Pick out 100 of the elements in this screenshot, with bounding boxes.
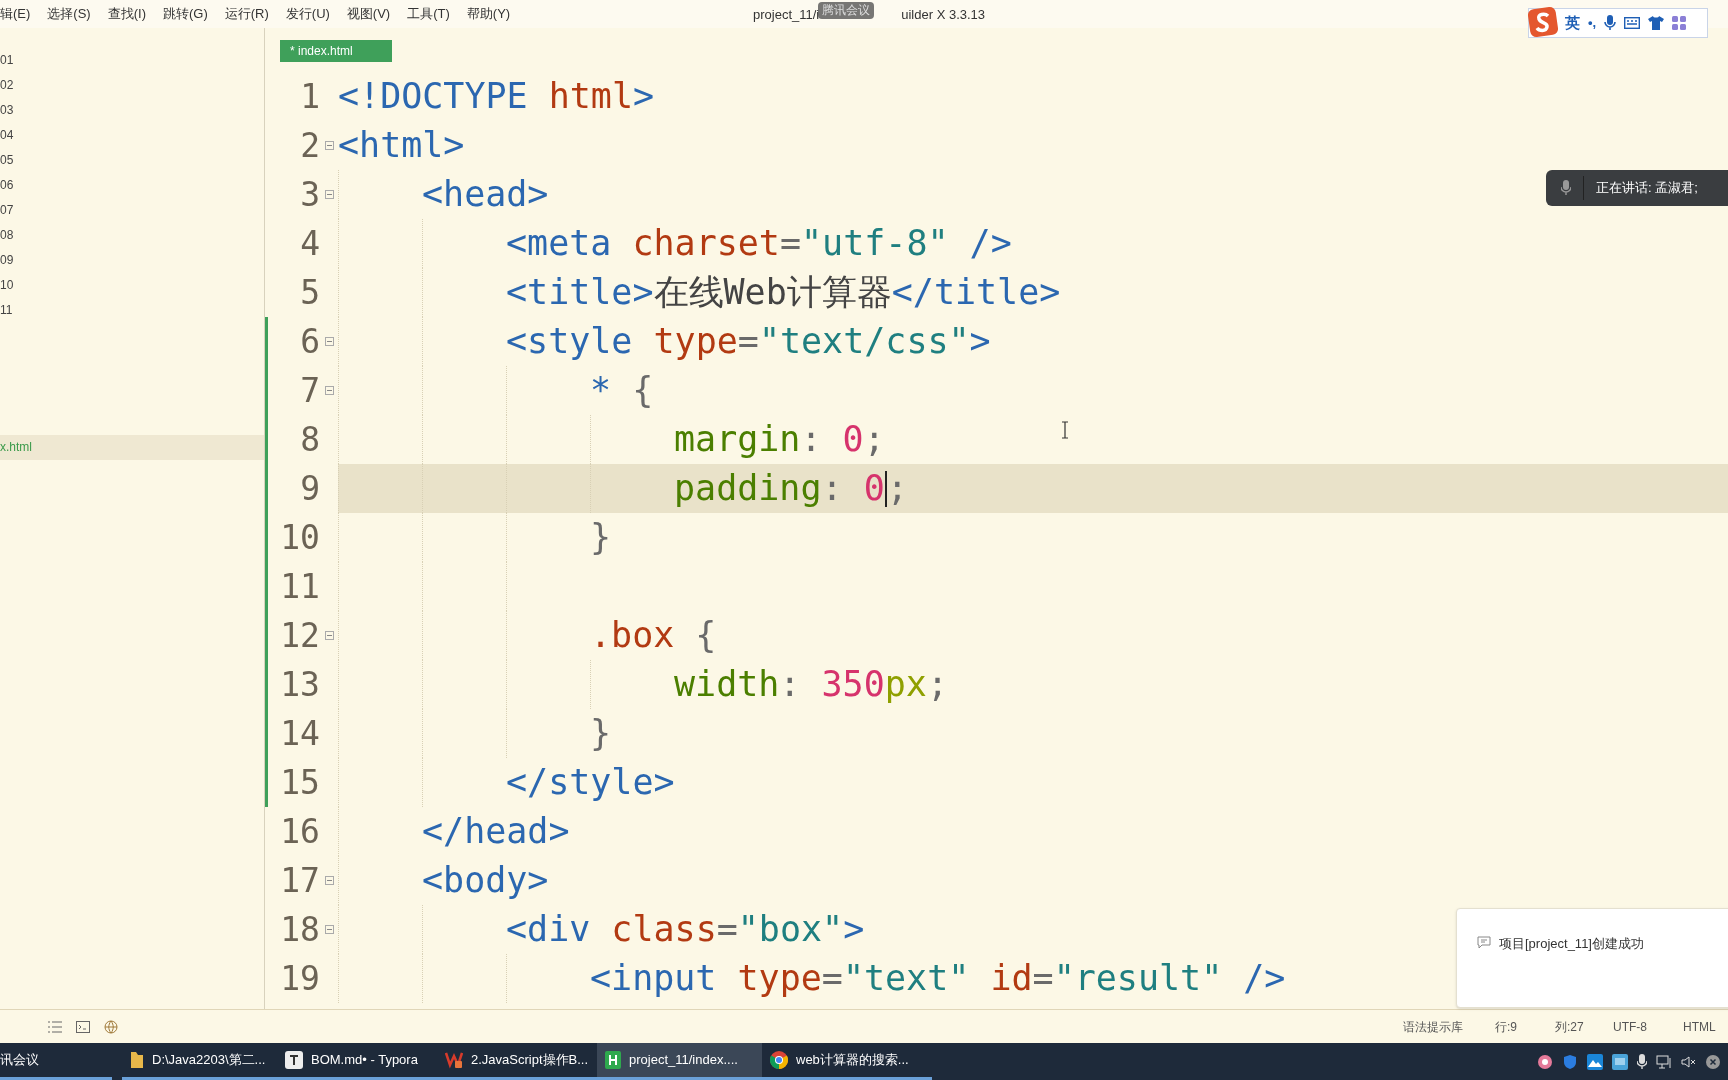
menu-item[interactable]: 帮助(Y) <box>466 4 511 24</box>
meeting-overlay: 腾讯会议 <box>818 2 874 19</box>
code-line: width: 350px; <box>674 663 948 707</box>
code-line: margin: 0; <box>674 418 885 462</box>
muted-speaker-icon[interactable] <box>1681 1053 1697 1070</box>
code-line: padding: 0; <box>674 467 908 511</box>
code-line: <head> <box>422 173 549 217</box>
speaking-label: 正在讲话: 孟淑君; <box>1596 179 1698 198</box>
shield-icon[interactable] <box>1562 1053 1578 1070</box>
code-line: <div class="box"> <box>506 908 865 952</box>
line-number: 9 <box>299 467 320 510</box>
folder-item[interactable]: 08 <box>0 223 264 248</box>
menu-item[interactable]: 辑(E) <box>0 4 31 24</box>
menu-item[interactable]: 发行(U) <box>285 4 330 24</box>
folder-item[interactable]: 05 <box>0 148 264 173</box>
list-icon[interactable] <box>48 1020 62 1033</box>
folder-item[interactable]: 10 <box>0 273 264 298</box>
line-number: 10 <box>279 516 320 559</box>
fold-icon[interactable] <box>324 876 334 885</box>
keyboard-icon[interactable] <box>1624 17 1641 29</box>
monitor-app-icon[interactable] <box>1612 1053 1628 1070</box>
microphone-icon[interactable] <box>1637 1053 1647 1070</box>
fold-icon[interactable] <box>324 925 334 934</box>
taskbar-button[interactable]: D:\Java2203\第二... <box>122 1043 277 1080</box>
taskbar-button[interactable]: BOM.md• - Typora <box>277 1043 437 1080</box>
fold-icon[interactable] <box>324 337 334 346</box>
line-number: 19 <box>279 957 320 1000</box>
folder-item[interactable]: 04 <box>0 123 264 148</box>
code-line: } <box>590 712 612 756</box>
menu-item[interactable]: 运行(R) <box>224 4 269 24</box>
code-line: } <box>590 516 612 560</box>
folder-item[interactable]: 02 <box>0 73 264 98</box>
microphone-icon <box>1561 180 1571 196</box>
text-cursor-icon <box>1061 421 1069 439</box>
globe-icon[interactable] <box>104 1019 120 1034</box>
code-line: <style type="text/css"> <box>506 320 991 364</box>
code-line: * { <box>590 369 654 413</box>
ime-mode[interactable]: 英 <box>1565 11 1580 35</box>
status-item[interactable]: HTML <box>1683 1017 1728 1036</box>
menu-item[interactable]: 工具(T) <box>407 4 450 24</box>
status-item[interactable]: 列:27 <box>1555 1017 1613 1036</box>
fold-icon[interactable] <box>324 631 334 640</box>
line-number: 2 <box>299 124 320 167</box>
window-title: uilder X 3.3.13 <box>901 6 986 24</box>
code-line: </style> <box>506 761 675 805</box>
fold-icon[interactable] <box>324 190 334 199</box>
line-number: 3 <box>299 173 320 216</box>
folder-item[interactable]: 07 <box>0 198 264 223</box>
sogou-logo-icon[interactable] <box>1528 6 1558 38</box>
menu-item[interactable]: 选择(S) <box>47 4 91 24</box>
window-title: project_11/i <box>753 6 820 24</box>
line-number: 5 <box>299 271 320 314</box>
apps-icon[interactable] <box>1672 16 1687 30</box>
typora-icon <box>285 1051 303 1069</box>
terminal-icon[interactable] <box>76 1020 90 1033</box>
fold-icon[interactable] <box>324 141 334 150</box>
line-number: 18 <box>279 908 320 951</box>
browser-icon <box>770 1051 788 1069</box>
folder-item[interactable]: 11 <box>0 298 264 323</box>
shirt-icon[interactable] <box>1648 16 1665 30</box>
code-line: </head> <box>422 810 570 854</box>
line-number: 12 <box>279 614 320 657</box>
menu-item[interactable]: 查找(I) <box>107 4 146 24</box>
folder-item[interactable]: 06 <box>0 173 264 198</box>
fold-icon[interactable] <box>324 386 334 395</box>
taskbar-button[interactable]: web计算器的搜索... <box>762 1043 932 1080</box>
close-icon[interactable] <box>1706 1054 1720 1069</box>
notification-message: 项目[project_11]创建成功 <box>1499 935 1644 953</box>
menu-item[interactable]: 跳转(G) <box>162 4 208 24</box>
status-item[interactable]: UTF-8 <box>1613 1017 1683 1036</box>
folder-icon <box>130 1051 144 1069</box>
taskbar-button[interactable]: project_11/index.... <box>597 1043 762 1080</box>
line-number: 14 <box>279 712 320 755</box>
line-number: 17 <box>279 859 320 902</box>
line-number: 15 <box>279 761 320 804</box>
network-icon[interactable] <box>1656 1053 1672 1070</box>
microphone-icon[interactable] <box>1604 15 1617 31</box>
line-number: 16 <box>279 810 320 853</box>
folder-item[interactable]: 09 <box>0 248 264 273</box>
line-number: 4 <box>299 222 320 265</box>
hbuilder-icon <box>605 1051 621 1069</box>
document-app-icon <box>445 1051 463 1069</box>
code-line: .box { <box>590 614 717 658</box>
menu-item[interactable]: 视图(V) <box>346 4 391 24</box>
code-line: <!DOCTYPE html> <box>338 75 655 119</box>
code-line: <input type="text" id="result" /> <box>590 957 1286 1001</box>
status-item[interactable]: 行:9 <box>1495 1017 1555 1036</box>
line-number: 8 <box>299 418 320 461</box>
mountain-icon[interactable] <box>1587 1053 1603 1070</box>
status-item[interactable]: 语法提示库 <box>1403 1017 1495 1036</box>
taskbar-button[interactable]: 讯会议 <box>0 1043 112 1080</box>
line-number: 1 <box>299 75 320 118</box>
line-number: 6 <box>299 320 320 363</box>
code-line: <meta charset="utf-8" /> <box>506 222 1012 266</box>
line-number: 11 <box>279 565 320 608</box>
folder-item[interactable]: 01 <box>0 48 264 73</box>
ime-punct[interactable]: •, <box>1588 13 1597 33</box>
flower-icon[interactable] <box>1537 1053 1553 1070</box>
folder-item[interactable]: 03 <box>0 98 264 123</box>
code-line: <title>在线Web计算器</title> <box>506 271 1061 315</box>
